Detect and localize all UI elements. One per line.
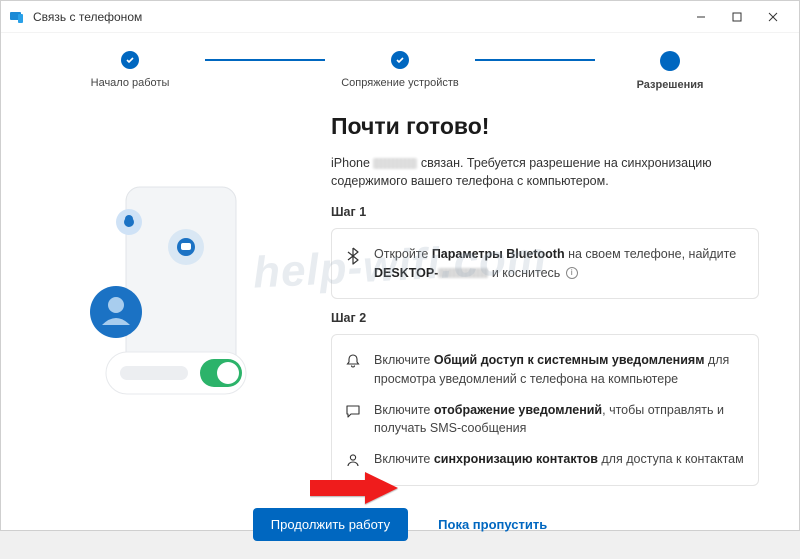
redacted-text: [373, 158, 417, 169]
step2-card: Включите Общий доступ к системным уведом…: [331, 334, 759, 486]
step1-heading: Шаг 1: [331, 203, 759, 222]
person-icon: [344, 450, 362, 468]
step-pair-devices: Сопряжение устройств: [325, 51, 475, 89]
page-title: Почти готово!: [331, 109, 759, 144]
permissions-panel: Почти готово! iPhone связан. Требуется р…: [331, 109, 759, 486]
list-item: Включите Общий доступ к системным уведом…: [344, 345, 746, 395]
bluetooth-instruction: Откройте Параметры Bluetooth на своем те…: [374, 245, 746, 283]
step-label: Начало работы: [91, 77, 170, 89]
step2-heading: Шаг 2: [331, 309, 759, 328]
footer-actions: Продолжить работу Пока пропустить: [1, 496, 799, 559]
continue-button[interactable]: Продолжить работу: [253, 508, 408, 541]
step-label: Сопряжение устройств: [341, 77, 459, 89]
check-icon: [121, 51, 139, 69]
intro-text: iPhone связан. Требуется разрешение на с…: [331, 154, 759, 192]
check-icon: [391, 51, 409, 69]
phone-illustration: [41, 109, 301, 486]
bluetooth-icon: [344, 245, 362, 265]
message-icon: [344, 401, 362, 419]
step-connector: [205, 59, 325, 61]
progress-stepper: Начало работы Сопряжение устройств Разре…: [1, 33, 799, 99]
current-step-dot: [660, 51, 680, 71]
step-permissions: Разрешения: [595, 51, 745, 91]
info-icon[interactable]: i: [566, 267, 578, 279]
list-item: Включите отображение уведомлений, чтобы …: [344, 395, 746, 445]
redacted-text: [438, 268, 488, 278]
app-window: Связь с телефоном Начало работы Сопряжен…: [0, 0, 800, 531]
step1-card: Откройте Параметры Bluetooth на своем те…: [331, 228, 759, 300]
bell-icon: [344, 351, 362, 369]
skip-link[interactable]: Пока пропустить: [438, 517, 547, 532]
close-button[interactable]: [755, 1, 791, 33]
step-connector: [475, 59, 595, 61]
list-item: Включите синхронизацию контактов для дос…: [344, 444, 746, 475]
step-get-started: Начало работы: [55, 51, 205, 89]
titlebar: Связь с телефоном: [1, 1, 799, 33]
maximize-button[interactable]: [719, 1, 755, 33]
phone-link-app-icon: [9, 9, 25, 25]
window-title: Связь с телефоном: [33, 10, 142, 24]
content-area: Почти готово! iPhone связан. Требуется р…: [1, 99, 799, 496]
step-label: Разрешения: [637, 79, 704, 91]
minimize-button[interactable]: [683, 1, 719, 33]
